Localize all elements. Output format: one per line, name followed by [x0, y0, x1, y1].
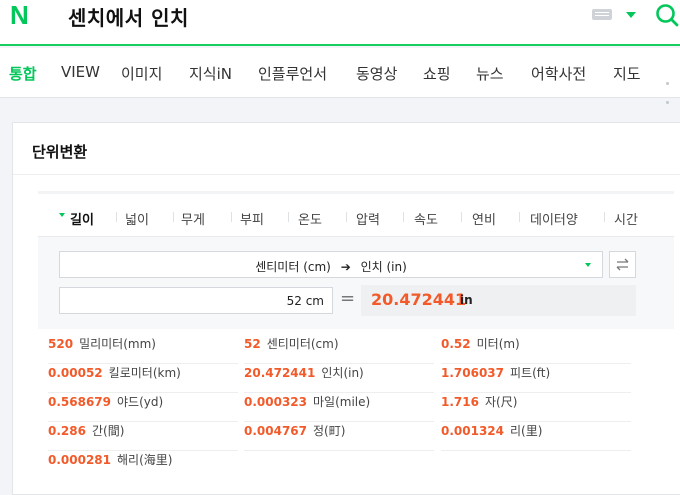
unit-converter-card: 단위변환 길이 넓이 무게 부피 온도 압력 속도 연비 데이터양 시간 센티미…	[12, 122, 680, 495]
result-item: 520 밀리미터(mm)	[48, 335, 238, 364]
result-item: 20.472441 인치(in)	[244, 364, 434, 393]
result-unit: in	[460, 293, 473, 307]
unit-select[interactable]: 센티미터 (cm) ➔ 인치 (in)	[59, 251, 603, 278]
result-item-value: 0.000281	[48, 453, 112, 467]
arrow-right-icon: ➔	[340, 260, 351, 274]
tab-view[interactable]: VIEW	[61, 63, 100, 81]
swap-units-button[interactable]	[609, 251, 636, 278]
result-item-unit: 간(間)	[91, 424, 125, 438]
value-input[interactable]: 52 cm	[59, 287, 333, 314]
category-separator	[604, 212, 605, 222]
result-item-value: 0.001324	[441, 424, 505, 438]
tab-integrated[interactable]: 통합	[9, 63, 37, 84]
tab-map[interactable]: 지도	[613, 63, 641, 84]
converter-panel: 길이 넓이 무게 부피 온도 압력 속도 연비 데이터양 시간 센티미터 (cm…	[38, 191, 674, 491]
tab-shopping[interactable]: 쇼핑	[423, 63, 451, 84]
search-icon[interactable]	[655, 3, 679, 27]
result-item: 0.000323 마일(mile)	[244, 393, 434, 422]
category-temperature[interactable]: 온도	[298, 209, 322, 228]
result-item-value: 1.716	[441, 395, 479, 409]
swap-icon	[616, 258, 629, 271]
result-item-unit: 피트(ft)	[510, 366, 551, 380]
category-separator	[346, 212, 347, 222]
result-item-unit: 미터(m)	[476, 337, 520, 351]
category-separator	[173, 212, 174, 222]
category-weight[interactable]: 무게	[181, 209, 205, 228]
to-unit: 인치 (in)	[360, 260, 407, 274]
naver-logo[interactable]: N	[10, 0, 34, 30]
category-separator	[461, 212, 462, 222]
result-item: 1.716 자(尺)	[441, 393, 631, 422]
category-pressure[interactable]: 압력	[356, 209, 380, 228]
result-item: 0.001324 리(里)	[441, 422, 631, 451]
search-tab-nav: 통합 VIEW 이미지 지식iN 인플루언서 동영상 쇼핑 뉴스 어학사전 지도	[0, 48, 680, 104]
category-separator	[288, 212, 289, 222]
result-item-unit: 밀리미터(mm)	[79, 337, 156, 351]
result-item-unit: 인치(in)	[321, 366, 364, 380]
result-box: 20.472441 in	[361, 285, 636, 316]
category-time[interactable]: 시간	[614, 209, 638, 228]
caret-down-icon[interactable]	[626, 12, 636, 18]
keyboard-icon[interactable]	[592, 9, 612, 20]
dropdown-caret-icon	[585, 263, 591, 267]
result-item: 0.568679 야드(yd)	[48, 393, 238, 422]
result-item-value: 52	[244, 337, 261, 351]
category-data[interactable]: 데이터양	[530, 209, 578, 228]
result-item: 0.52 미터(m)	[441, 335, 631, 364]
result-value: 20.472441	[371, 290, 467, 309]
category-separator	[116, 212, 117, 222]
category-length[interactable]: 길이	[59, 209, 94, 228]
result-item-value: 0.52	[441, 337, 471, 351]
result-item: 0.00052 킬로미터(km)	[48, 364, 238, 393]
search-header: N 센치에서 인치	[0, 0, 680, 46]
tab-dictionary[interactable]: 어학사전	[531, 63, 586, 84]
tab-video[interactable]: 동영상	[356, 63, 397, 84]
result-item-value: 0.568679	[48, 395, 112, 409]
result-item: 0.286 간(間)	[48, 422, 238, 451]
result-item-unit: 야드(yd)	[117, 395, 164, 409]
from-unit: 센티미터 (cm)	[255, 260, 331, 274]
more-tabs-icon[interactable]	[666, 70, 680, 108]
result-item-unit: 해리(海里)	[117, 453, 173, 467]
card-title: 단위변환	[32, 143, 88, 161]
result-item: 52 센티미터(cm)	[244, 335, 434, 364]
result-item-unit: 마일(mile)	[313, 395, 371, 409]
tab-influencer[interactable]: 인플루언서	[258, 63, 327, 84]
tab-images[interactable]: 이미지	[121, 63, 162, 84]
category-volume[interactable]: 부피	[240, 209, 264, 228]
result-item-unit: 킬로미터(km)	[108, 366, 181, 380]
category-separator	[519, 212, 520, 222]
unit-select-label: 센티미터 (cm) ➔ 인치 (in)	[60, 258, 602, 275]
category-area[interactable]: 넓이	[125, 209, 149, 228]
result-item-value: 0.00052	[48, 366, 103, 380]
category-fuel[interactable]: 연비	[472, 209, 496, 228]
tab-knowledge[interactable]: 지식iN	[189, 63, 232, 84]
conversion-box: 센티미터 (cm) ➔ 인치 (in) 52 cm = 20.472441 in	[38, 237, 674, 329]
category-separator	[403, 212, 404, 222]
category-speed[interactable]: 속도	[414, 209, 438, 228]
result-item-value: 0.004767	[244, 424, 308, 438]
result-item-unit: 자(尺)	[484, 395, 518, 409]
logo-letter: N	[10, 0, 29, 30]
tab-news[interactable]: 뉴스	[476, 63, 504, 84]
result-item: 1.706037 피트(ft)	[441, 364, 631, 393]
result-item-value: 520	[48, 337, 74, 351]
input-value: 52 cm	[286, 294, 324, 308]
equals-sign: =	[340, 288, 356, 309]
divider	[13, 174, 680, 175]
category-tabs: 길이 넓이 무게 부피 온도 압력 속도 연비 데이터양 시간	[38, 191, 674, 237]
result-item: 0.000281 해리(海里)	[48, 451, 238, 480]
search-query-text[interactable]: 센치에서 인치	[68, 2, 189, 31]
result-item-unit: 센티미터(cm)	[266, 337, 339, 351]
result-item-value: 20.472441	[244, 366, 316, 380]
result-item-unit: 리(里)	[510, 424, 543, 438]
result-item-value: 0.286	[48, 424, 86, 438]
result-item: 0.004767 정(町)	[244, 422, 434, 451]
result-item-value: 0.000323	[244, 395, 308, 409]
category-separator	[231, 212, 232, 222]
result-item-unit: 정(町)	[313, 424, 346, 438]
result-item-value: 1.706037	[441, 366, 505, 380]
